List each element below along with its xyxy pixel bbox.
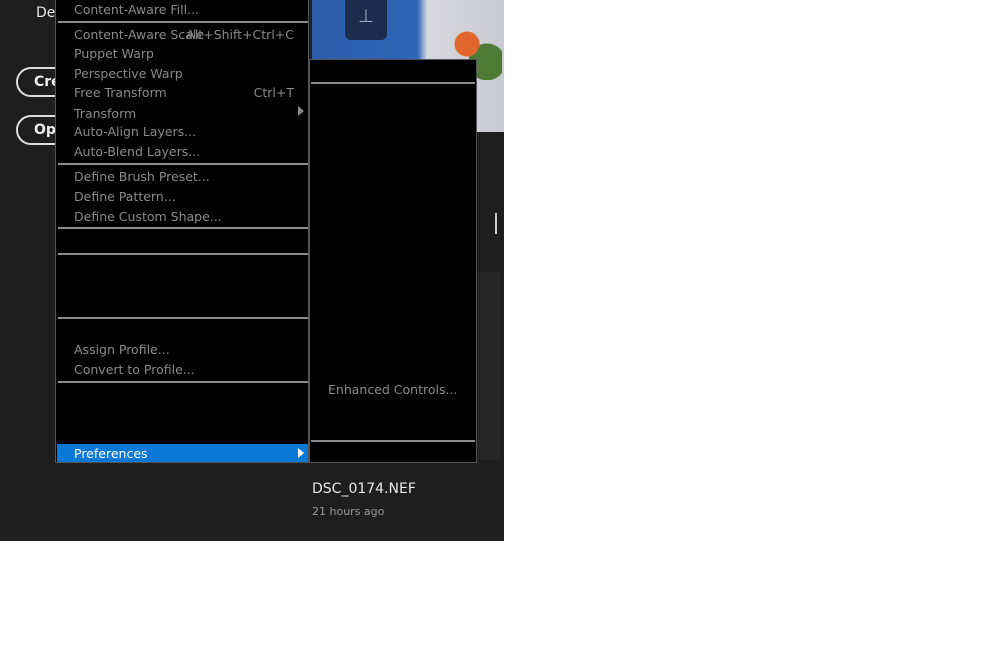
menu-item-label: Free Transform (74, 85, 167, 100)
menu-separator (311, 82, 475, 84)
preferences-submenu: Enhanced Controls... (309, 59, 477, 463)
stamp-icon: ⊥ (345, 0, 387, 40)
submenu-arrow-icon (298, 448, 304, 458)
menu-item-content-aware-fill[interactable]: Content-Aware Fill... (74, 0, 294, 19)
menu-item-enhanced-controls[interactable]: Enhanced Controls... (328, 380, 462, 399)
menu-item-puppet-warp[interactable]: Puppet Warp (74, 44, 294, 63)
menu-item-define-brush-preset[interactable]: Define Brush Preset... (74, 167, 294, 186)
submenu-arrow-icon (298, 106, 304, 116)
menu-item-define-custom-shape[interactable]: Define Custom Shape... (74, 207, 294, 226)
menu-item-label: Preferences (74, 446, 148, 461)
shortcut: Alt+Shift+Ctrl+C (186, 27, 294, 42)
menu-item-perspective-warp[interactable]: Perspective Warp (74, 64, 294, 83)
menu-item-transform[interactable]: Transform (74, 104, 294, 123)
menu-item-assign-profile[interactable]: Assign Profile... (74, 340, 294, 359)
menu-separator (311, 440, 475, 442)
shortcut: Ctrl+T (253, 85, 294, 100)
menu-item-convert-to-profile[interactable]: Convert to Profile... (74, 360, 294, 379)
menu-item-auto-blend-layers[interactable]: Auto-Blend Layers... (74, 142, 294, 161)
recent-file-time: 21 hours ago (312, 505, 385, 518)
menu-item-preferences[interactable]: Preferences (57, 444, 308, 462)
menu-item-content-aware-scale[interactable]: Content-Aware Scale Alt+Shift+Ctrl+C (74, 25, 294, 44)
menu-item-label: Content-Aware Scale (74, 27, 205, 42)
edit-menu: Content-Aware Fill... Content-Aware Scal… (55, 0, 309, 463)
menu-separator (58, 381, 308, 383)
menu-item-auto-align-layers[interactable]: Auto-Align Layers... (74, 122, 294, 141)
menu-separator (58, 21, 308, 23)
menu-item-free-transform[interactable]: Free Transform Ctrl+T (74, 83, 294, 102)
menu-separator (58, 163, 308, 165)
recent-file-name[interactable]: DSC_0174.NEF (312, 481, 416, 497)
menu-separator (58, 227, 308, 229)
recent-file-card[interactable] (478, 272, 500, 460)
menu-item-define-pattern[interactable]: Define Pattern... (74, 187, 294, 206)
scrollbar[interactable] (495, 213, 497, 234)
menu-separator (58, 253, 308, 255)
menu-separator (58, 317, 308, 319)
